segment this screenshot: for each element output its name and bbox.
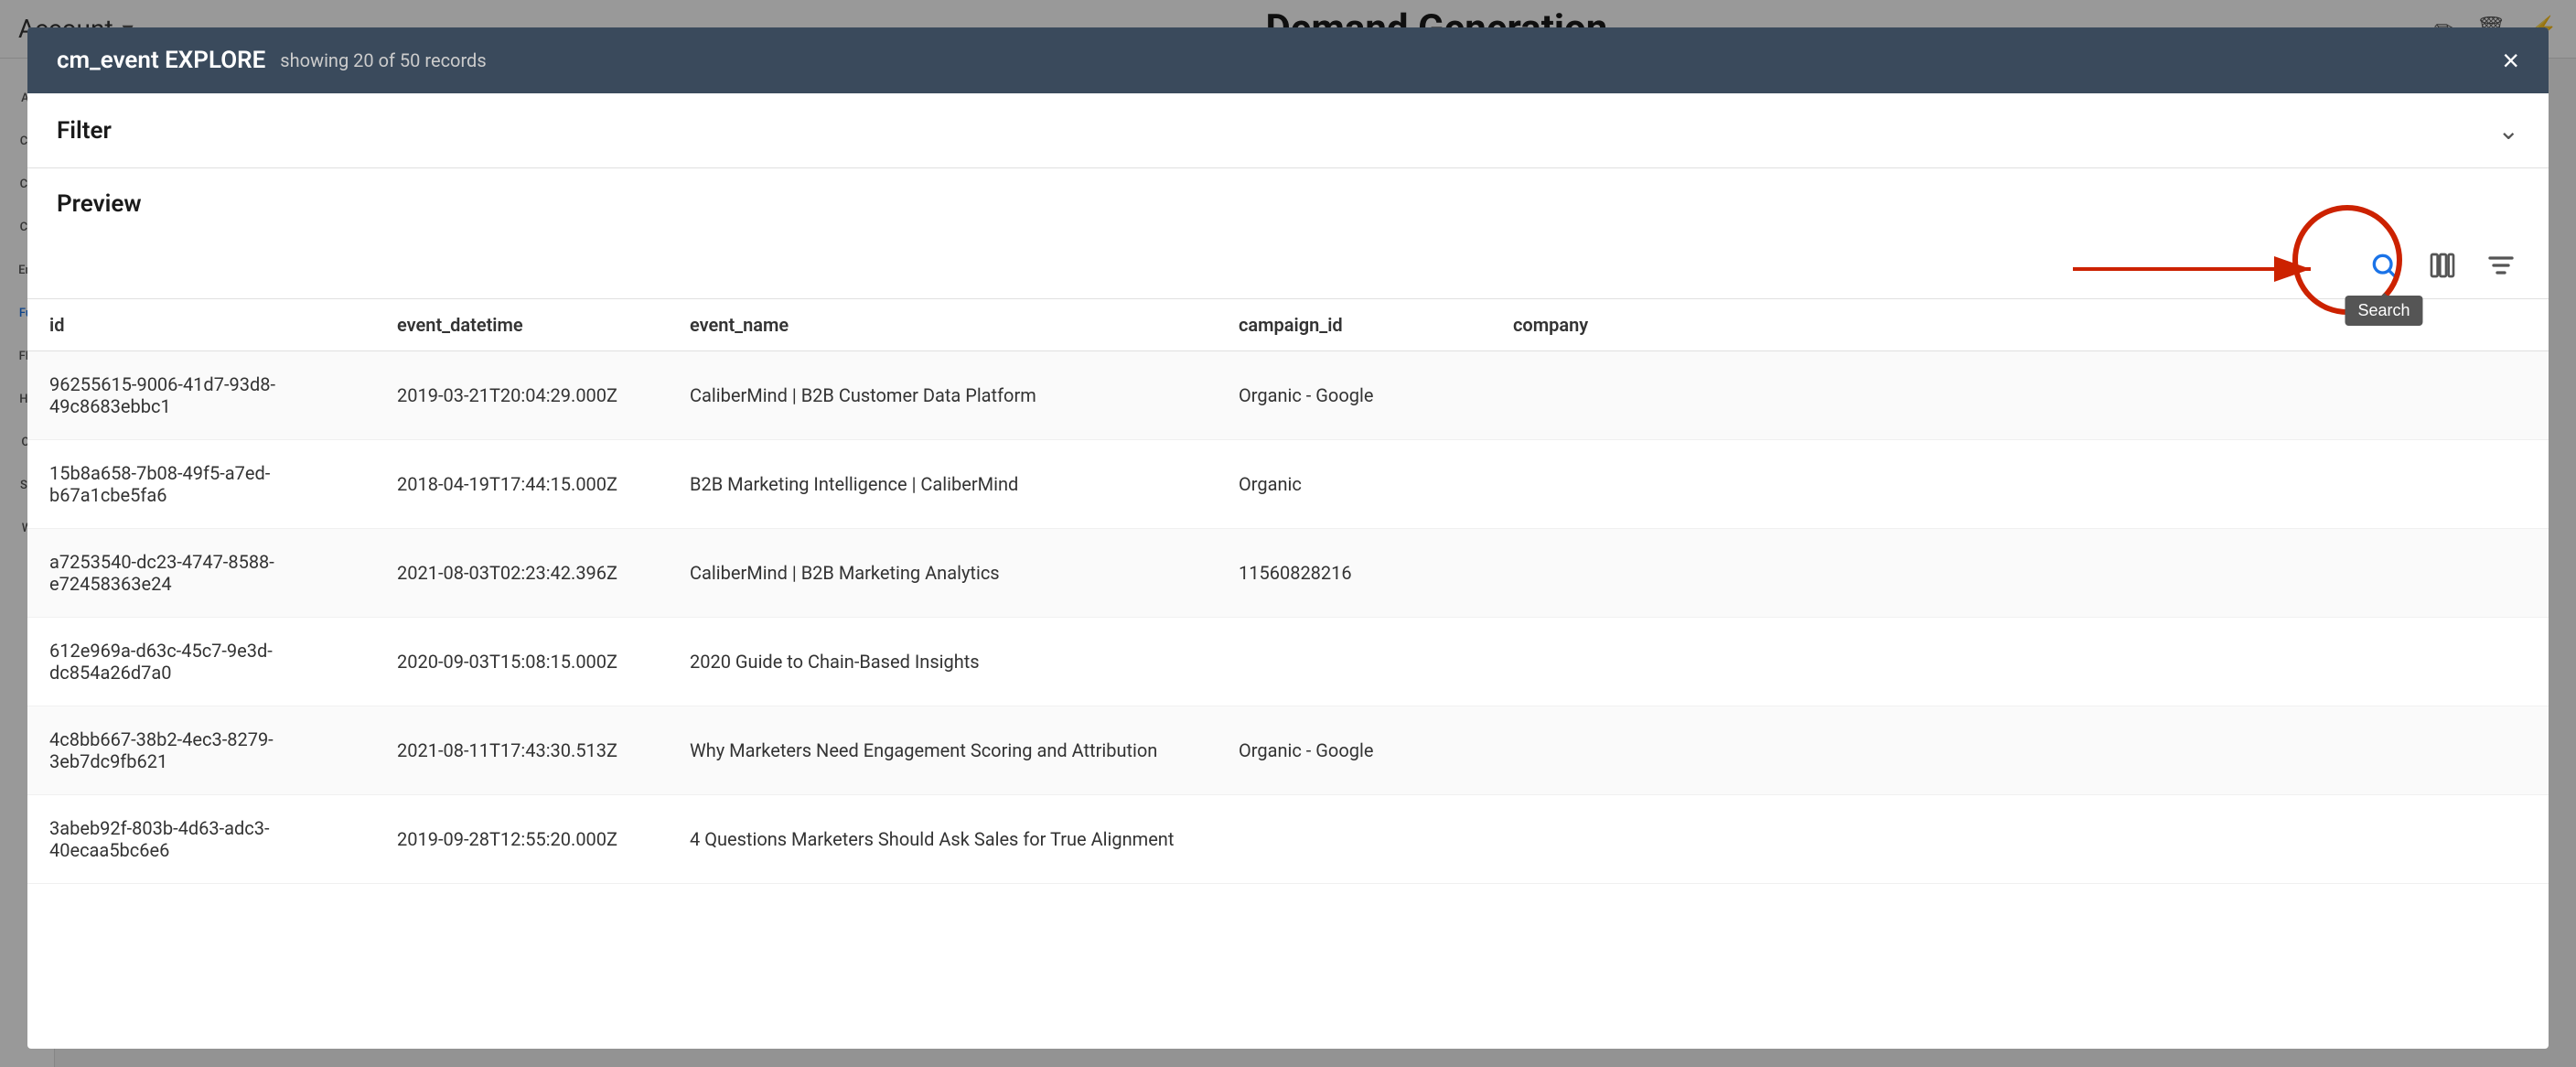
cell-event_name: CaliberMind | B2B Marketing Analytics [668,529,1217,618]
table-row: 96255615-9006-41d7-93d8-49c8683ebbc12019… [27,351,2549,440]
table-row: 4c8bb667-38b2-4ec3-8279-3eb7dc9fb6212021… [27,706,2549,795]
cell-event_datetime: 2019-09-28T12:55:20.000Z [375,795,668,884]
modal-subtitle: showing 20 of 50 records [280,49,486,71]
modal-close-button[interactable]: × [2502,46,2519,75]
cell-campaign_id: Organic - Google [1217,351,1491,440]
col-header-id[interactable]: id [27,299,375,351]
table-header-row: id event_datetime event_name campaign_id… [27,299,2549,351]
col-header-campaign-id[interactable]: campaign_id [1217,299,1491,351]
cell-campaign_id: 11560828216 [1217,529,1491,618]
filter-label: Filter [57,117,112,145]
cell-event_datetime: 2021-08-11T17:43:30.513Z [375,706,668,795]
col-header-event-name[interactable]: event_name [668,299,1217,351]
cell-company [1491,795,2549,884]
cell-campaign_id: Organic [1217,440,1491,529]
cell-company [1491,706,2549,795]
search-button[interactable]: Search [2366,247,2402,284]
cell-event_datetime: 2018-04-19T17:44:15.000Z [375,440,668,529]
cell-id: 4c8bb667-38b2-4ec3-8279-3eb7dc9fb621 [27,706,375,795]
data-table: id event_datetime event_name campaign_id… [27,298,2549,884]
modal-header: cm_event EXPLORE showing 20 of 50 record… [27,27,2549,93]
cell-event_name: 4 Questions Marketers Should Ask Sales f… [668,795,1217,884]
modal-body: Filter ⌄ Preview [27,93,2549,1049]
annotation-arrow [2073,242,2347,296]
cell-campaign_id [1217,795,1491,884]
table-row: 3abeb92f-803b-4d63-adc3-40ecaa5bc6e62019… [27,795,2549,884]
table-row: 612e969a-d63c-45c7-9e3d-dc854a26d7a02020… [27,618,2549,706]
cell-company [1491,351,2549,440]
cell-event_datetime: 2019-03-21T20:04:29.000Z [375,351,668,440]
search-tooltip: Search [2345,296,2422,326]
cell-event_name: Why Marketers Need Engagement Scoring an… [668,706,1217,795]
cell-id: 15b8a658-7b08-49f5-a7ed-b67a1cbe5fa6 [27,440,375,529]
filter-button[interactable] [2483,247,2519,284]
cell-event_name: B2B Marketing Intelligence | CaliberMind [668,440,1217,529]
cell-id: 3abeb92f-803b-4d63-adc3-40ecaa5bc6e6 [27,795,375,884]
columns-button[interactable] [2424,247,2461,284]
table-row: 15b8a658-7b08-49f5-a7ed-b67a1cbe5fa62018… [27,440,2549,529]
explore-modal: cm_event EXPLORE showing 20 of 50 record… [27,27,2549,1049]
filter-section: Filter ⌄ [27,93,2549,168]
cell-company [1491,618,2549,706]
cell-company [1491,529,2549,618]
modal-title-area: cm_event EXPLORE showing 20 of 50 record… [57,47,487,74]
cell-event_name: CaliberMind | B2B Customer Data Platform [668,351,1217,440]
cell-id: 96255615-9006-41d7-93d8-49c8683ebbc1 [27,351,375,440]
cell-company [1491,440,2549,529]
filter-chevron-icon[interactable]: ⌄ [2498,115,2519,146]
cell-campaign_id: Organic - Google [1217,706,1491,795]
cell-id: 612e969a-d63c-45c7-9e3d-dc854a26d7a0 [27,618,375,706]
cell-campaign_id [1217,618,1491,706]
cell-event_name: 2020 Guide to Chain-Based Insights [668,618,1217,706]
cell-event_datetime: 2021-08-03T02:23:42.396Z [375,529,668,618]
table-container: id event_datetime event_name campaign_id… [27,298,2549,1049]
modal-title: cm_event EXPLORE [57,47,265,74]
cell-event_datetime: 2020-09-03T15:08:15.000Z [375,618,668,706]
cell-id: a7253540-dc23-4747-8588-e72458363e24 [27,529,375,618]
preview-section: Preview [27,168,2549,232]
table-toolbar: Search [27,232,2549,298]
table-row: a7253540-dc23-4747-8588-e72458363e242021… [27,529,2549,618]
preview-label: Preview [57,190,2519,218]
table-body: 96255615-9006-41d7-93d8-49c8683ebbc12019… [27,351,2549,884]
col-header-datetime[interactable]: event_datetime [375,299,668,351]
